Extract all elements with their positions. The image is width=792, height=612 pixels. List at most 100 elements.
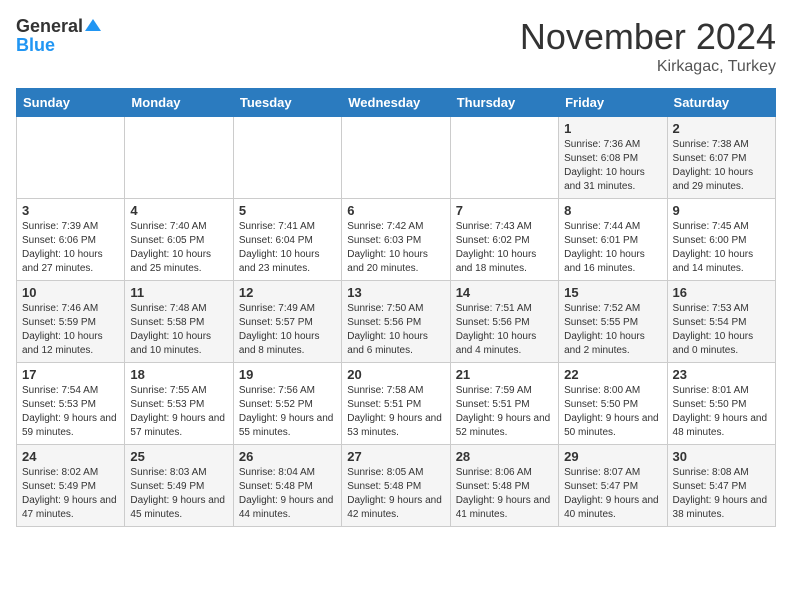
day-number: 16 <box>673 285 770 300</box>
day-info: Sunrise: 7:58 AM Sunset: 5:51 PM Dayligh… <box>347 384 444 440</box>
calendar-cell-w2-d5: 7 Sunrise: 7:43 AM Sunset: 6:02 PM Daylig… <box>450 199 558 281</box>
day-info: Sunrise: 7:42 AM Sunset: 6:03 PM Dayligh… <box>347 220 444 276</box>
calendar-body: 1 Sunrise: 7:36 AM Sunset: 6:08 PM Daylig… <box>17 117 776 527</box>
week-row-2: 3 Sunrise: 7:39 AM Sunset: 6:06 PM Daylig… <box>17 199 776 281</box>
header-saturday: Saturday <box>667 89 775 117</box>
calendar-cell-w1-d5 <box>450 117 558 199</box>
calendar-cell-w4-d5: 21 Sunrise: 7:59 AM Sunset: 5:51 PM Dayli… <box>450 363 558 445</box>
day-number: 18 <box>130 367 227 382</box>
day-info: Sunrise: 8:06 AM Sunset: 5:48 PM Dayligh… <box>456 466 553 522</box>
month-title: November 2024 <box>520 16 776 58</box>
day-info: Sunrise: 7:41 AM Sunset: 6:04 PM Dayligh… <box>239 220 336 276</box>
day-info: Sunrise: 7:43 AM Sunset: 6:02 PM Dayligh… <box>456 220 553 276</box>
day-number: 13 <box>347 285 444 300</box>
page-header: General Blue November 2024 Kirkagac, Tur… <box>16 16 776 76</box>
day-info: Sunrise: 8:02 AM Sunset: 5:49 PM Dayligh… <box>22 466 119 522</box>
calendar-cell-w1-d6: 1 Sunrise: 7:36 AM Sunset: 6:08 PM Daylig… <box>559 117 667 199</box>
calendar-cell-w2-d3: 5 Sunrise: 7:41 AM Sunset: 6:04 PM Daylig… <box>233 199 341 281</box>
day-number: 27 <box>347 449 444 464</box>
calendar-cell-w1-d2 <box>125 117 233 199</box>
calendar-cell-w3-d6: 15 Sunrise: 7:52 AM Sunset: 5:55 PM Dayli… <box>559 281 667 363</box>
day-number: 7 <box>456 203 553 218</box>
day-info: Sunrise: 7:59 AM Sunset: 5:51 PM Dayligh… <box>456 384 553 440</box>
calendar-cell-w5-d4: 27 Sunrise: 8:05 AM Sunset: 5:48 PM Dayli… <box>342 445 450 527</box>
day-number: 23 <box>673 367 770 382</box>
day-info: Sunrise: 7:56 AM Sunset: 5:52 PM Dayligh… <box>239 384 336 440</box>
week-row-3: 10Sunrise: 7:46 AM Sunset: 5:59 PM Dayli… <box>17 281 776 363</box>
day-number: 20 <box>347 367 444 382</box>
calendar-cell-w5-d2: 25 Sunrise: 8:03 AM Sunset: 5:49 PM Dayli… <box>125 445 233 527</box>
day-number: 1 <box>564 121 661 136</box>
title-block: November 2024 Kirkagac, Turkey <box>520 16 776 76</box>
day-number: 30 <box>673 449 770 464</box>
day-number: 3 <box>22 203 119 218</box>
calendar-cell-w4-d7: 23 Sunrise: 8:01 AM Sunset: 5:50 PM Dayli… <box>667 363 775 445</box>
day-info: Sunrise: 7:36 AM Sunset: 6:08 PM Dayligh… <box>564 138 661 194</box>
calendar-cell-w5-d7: 30 Sunrise: 8:08 AM Sunset: 5:47 PM Dayli… <box>667 445 775 527</box>
day-info: Sunrise: 8:03 AM Sunset: 5:49 PM Dayligh… <box>130 466 227 522</box>
logo-blue-text: Blue <box>16 35 55 56</box>
calendar-cell-w1-d3 <box>233 117 341 199</box>
day-info: Sunrise: 7:38 AM Sunset: 6:07 PM Dayligh… <box>673 138 770 194</box>
day-number: 14 <box>456 285 553 300</box>
location-subtitle: Kirkagac, Turkey <box>520 58 776 76</box>
day-info: Sunrise: 7:53 AM Sunset: 5:54 PM Dayligh… <box>673 302 770 358</box>
header-row: SundayMondayTuesdayWednesdayThursdayFrid… <box>17 89 776 117</box>
day-number: 15 <box>564 285 661 300</box>
calendar-cell-w5-d5: 28 Sunrise: 8:06 AM Sunset: 5:48 PM Dayli… <box>450 445 558 527</box>
calendar-cell-w2-d6: 8Sunrise: 7:44 AM Sunset: 6:01 PM Daylig… <box>559 199 667 281</box>
calendar-cell-w2-d1: 3 Sunrise: 7:39 AM Sunset: 6:06 PM Daylig… <box>17 199 125 281</box>
day-info: Sunrise: 8:07 AM Sunset: 5:47 PM Dayligh… <box>564 466 661 522</box>
day-number: 9 <box>673 203 770 218</box>
day-number: 21 <box>456 367 553 382</box>
calendar-cell-w4-d6: 22Sunrise: 8:00 AM Sunset: 5:50 PM Dayli… <box>559 363 667 445</box>
day-info: Sunrise: 8:08 AM Sunset: 5:47 PM Dayligh… <box>673 466 770 522</box>
day-number: 25 <box>130 449 227 464</box>
logo: General Blue <box>16 16 101 56</box>
calendar-cell-w3-d4: 13Sunrise: 7:50 AM Sunset: 5:56 PM Dayli… <box>342 281 450 363</box>
day-number: 12 <box>239 285 336 300</box>
day-number: 6 <box>347 203 444 218</box>
calendar-cell-w1-d1 <box>17 117 125 199</box>
day-number: 19 <box>239 367 336 382</box>
day-number: 28 <box>456 449 553 464</box>
day-info: Sunrise: 7:48 AM Sunset: 5:58 PM Dayligh… <box>130 302 227 358</box>
day-number: 11 <box>130 285 227 300</box>
day-info: Sunrise: 7:45 AM Sunset: 6:00 PM Dayligh… <box>673 220 770 276</box>
day-number: 5 <box>239 203 336 218</box>
day-info: Sunrise: 7:39 AM Sunset: 6:06 PM Dayligh… <box>22 220 119 276</box>
calendar-cell-w4-d2: 18 Sunrise: 7:55 AM Sunset: 5:53 PM Dayli… <box>125 363 233 445</box>
calendar-table: SundayMondayTuesdayWednesdayThursdayFrid… <box>16 88 776 527</box>
day-info: Sunrise: 7:52 AM Sunset: 5:55 PM Dayligh… <box>564 302 661 358</box>
day-number: 2 <box>673 121 770 136</box>
calendar-cell-w3-d7: 16 Sunrise: 7:53 AM Sunset: 5:54 PM Dayli… <box>667 281 775 363</box>
calendar-cell-w4-d4: 20 Sunrise: 7:58 AM Sunset: 5:51 PM Dayli… <box>342 363 450 445</box>
calendar-cell-w2-d2: 4Sunrise: 7:40 AM Sunset: 6:05 PM Daylig… <box>125 199 233 281</box>
day-info: Sunrise: 8:05 AM Sunset: 5:48 PM Dayligh… <box>347 466 444 522</box>
day-info: Sunrise: 7:55 AM Sunset: 5:53 PM Dayligh… <box>130 384 227 440</box>
day-info: Sunrise: 8:04 AM Sunset: 5:48 PM Dayligh… <box>239 466 336 522</box>
calendar-cell-w3-d3: 12 Sunrise: 7:49 AM Sunset: 5:57 PM Dayli… <box>233 281 341 363</box>
day-info: Sunrise: 8:01 AM Sunset: 5:50 PM Dayligh… <box>673 384 770 440</box>
day-info: Sunrise: 7:54 AM Sunset: 5:53 PM Dayligh… <box>22 384 119 440</box>
day-info: Sunrise: 7:49 AM Sunset: 5:57 PM Dayligh… <box>239 302 336 358</box>
day-info: Sunrise: 7:46 AM Sunset: 5:59 PM Dayligh… <box>22 302 119 358</box>
calendar-cell-w3-d5: 14 Sunrise: 7:51 AM Sunset: 5:56 PM Dayli… <box>450 281 558 363</box>
header-friday: Friday <box>559 89 667 117</box>
header-thursday: Thursday <box>450 89 558 117</box>
calendar-cell-w2-d7: 9 Sunrise: 7:45 AM Sunset: 6:00 PM Daylig… <box>667 199 775 281</box>
week-row-4: 17Sunrise: 7:54 AM Sunset: 5:53 PM Dayli… <box>17 363 776 445</box>
calendar-cell-w3-d1: 10Sunrise: 7:46 AM Sunset: 5:59 PM Dayli… <box>17 281 125 363</box>
calendar-cell-w5-d1: 24Sunrise: 8:02 AM Sunset: 5:49 PM Dayli… <box>17 445 125 527</box>
header-wednesday: Wednesday <box>342 89 450 117</box>
week-row-5: 24Sunrise: 8:02 AM Sunset: 5:49 PM Dayli… <box>17 445 776 527</box>
calendar-cell-w4-d1: 17Sunrise: 7:54 AM Sunset: 5:53 PM Dayli… <box>17 363 125 445</box>
day-number: 22 <box>564 367 661 382</box>
day-info: Sunrise: 7:51 AM Sunset: 5:56 PM Dayligh… <box>456 302 553 358</box>
calendar-cell-w1-d7: 2 Sunrise: 7:38 AM Sunset: 6:07 PM Daylig… <box>667 117 775 199</box>
day-number: 29 <box>564 449 661 464</box>
day-number: 4 <box>130 203 227 218</box>
calendar-cell-w1-d4 <box>342 117 450 199</box>
calendar-cell-w2-d4: 6 Sunrise: 7:42 AM Sunset: 6:03 PM Daylig… <box>342 199 450 281</box>
calendar-header: SundayMondayTuesdayWednesdayThursdayFrid… <box>17 89 776 117</box>
